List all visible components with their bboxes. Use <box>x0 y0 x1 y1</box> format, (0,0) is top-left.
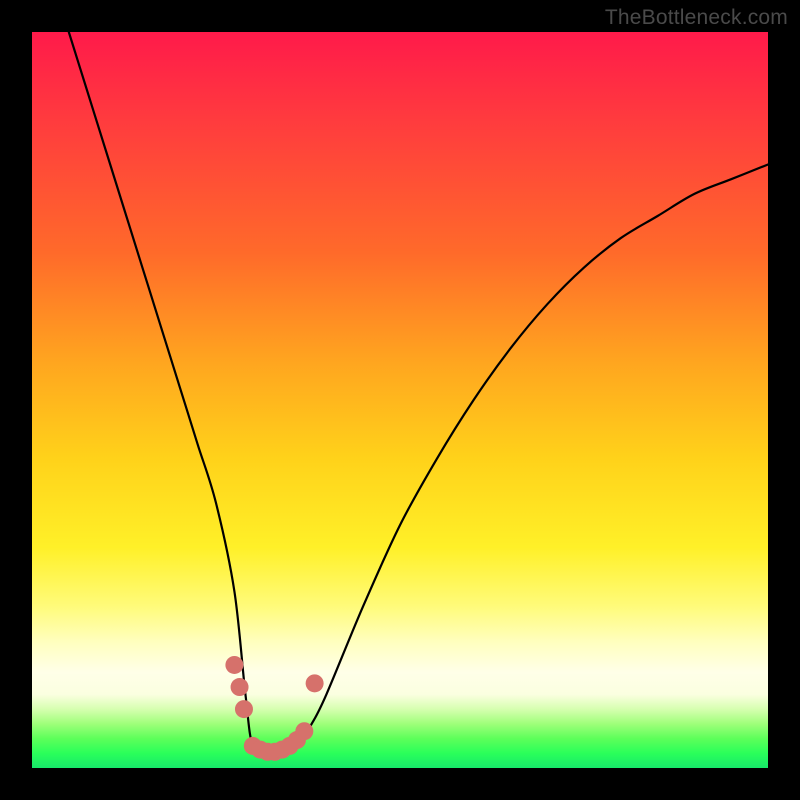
bottleneck-curve <box>69 32 768 754</box>
highlight-dot <box>235 700 253 718</box>
watermark-text: TheBottleneck.com <box>605 6 788 30</box>
highlight-dots <box>225 656 323 761</box>
highlight-dot <box>295 722 313 740</box>
highlight-dot <box>306 674 324 692</box>
highlight-dot <box>225 656 243 674</box>
chart-frame: TheBottleneck.com <box>0 0 800 800</box>
plot-area <box>32 32 768 768</box>
highlight-dot <box>231 678 249 696</box>
curve-layer <box>32 32 768 768</box>
